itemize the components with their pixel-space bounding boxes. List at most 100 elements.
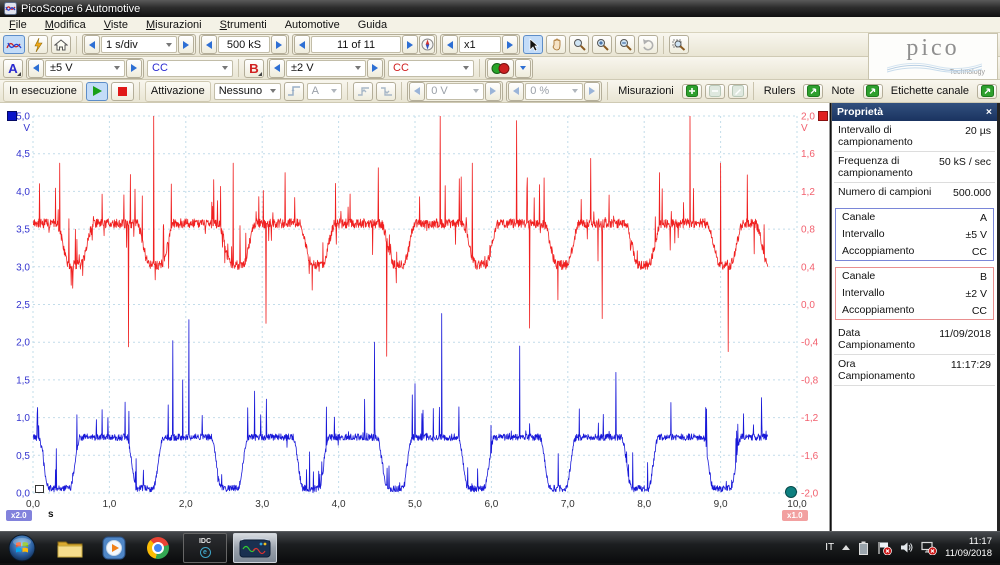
pretrigger-field[interactable]: 0 % bbox=[525, 82, 584, 100]
channel-a-coupling-select[interactable]: CC bbox=[147, 59, 233, 77]
buffer-next-button[interactable] bbox=[402, 35, 418, 54]
auto-setup-button[interactable] bbox=[28, 35, 48, 54]
channel-b-button[interactable]: B bbox=[244, 58, 264, 78]
action-center-flag-icon[interactable] bbox=[877, 541, 893, 555]
clock-time: 11:17 bbox=[968, 535, 992, 547]
buffer-navigator-button[interactable] bbox=[419, 35, 435, 54]
trigger-source-select[interactable]: A bbox=[306, 82, 343, 100]
pico-logo-waves bbox=[887, 62, 982, 73]
taskbar-idc-app[interactable]: IDC e bbox=[183, 532, 227, 563]
channel-status-group bbox=[485, 57, 533, 79]
channel-a-button[interactable]: A bbox=[3, 58, 23, 78]
right-axis-zoom-badge[interactable]: x1.0 bbox=[782, 510, 808, 521]
taskbar-picoscope[interactable] bbox=[233, 532, 277, 563]
zoom-field[interactable]: x1 bbox=[459, 36, 501, 53]
close-icon[interactable]: × bbox=[986, 106, 992, 118]
prop-label: Accoppiamento bbox=[842, 245, 915, 257]
zoom-factor-group: x1 bbox=[440, 34, 520, 55]
channel-a-range-select[interactable]: ±5 V bbox=[45, 59, 125, 77]
trigger-mode-value: Nessuno bbox=[218, 85, 263, 97]
timebase-select[interactable]: 1 s/div bbox=[101, 36, 177, 53]
zoom-tool-button[interactable] bbox=[569, 35, 589, 54]
note-toggle-button[interactable] bbox=[862, 83, 883, 99]
left-axis-zoom-badge[interactable]: x2.0 bbox=[6, 510, 32, 521]
zoom-prev-button[interactable] bbox=[442, 35, 458, 54]
undo-zoom-button[interactable] bbox=[638, 35, 658, 54]
language-indicator[interactable]: IT bbox=[825, 542, 834, 553]
pretrigger-down[interactable] bbox=[508, 81, 525, 101]
timebase-next-button[interactable] bbox=[178, 35, 194, 54]
left-arrow-icon bbox=[206, 40, 212, 49]
marquee-zoom-button[interactable] bbox=[669, 35, 689, 54]
zoom-in-button[interactable] bbox=[592, 35, 612, 54]
chevron-down-icon bbox=[114, 66, 120, 70]
svg-text:3,0: 3,0 bbox=[16, 262, 30, 273]
zoom-value: x1 bbox=[464, 38, 476, 51]
trigger-mode-select[interactable]: Nessuno bbox=[213, 82, 281, 100]
speaker-icon[interactable] bbox=[900, 541, 913, 554]
pico-logo: pico Technology bbox=[868, 33, 998, 80]
pointer-tool-button[interactable] bbox=[523, 35, 543, 54]
remove-measurement-button[interactable] bbox=[704, 83, 725, 99]
trigger-level-down[interactable] bbox=[409, 81, 426, 101]
trace-canale-a bbox=[33, 313, 768, 493]
waveform-plot[interactable]: 5,0 4,5 4,0 3,5 3,0 2,5 2,0 1,5 1,0 0,5 0,0 2,0 1,6 1… bbox=[0, 103, 830, 531]
rulers-toggle-button[interactable] bbox=[803, 83, 824, 99]
add-measurement-button[interactable] bbox=[681, 83, 702, 99]
zoom-out-button[interactable] bbox=[615, 35, 635, 54]
prop-value: CC bbox=[971, 305, 987, 317]
channel-b-range-next[interactable] bbox=[367, 58, 383, 78]
trigger-level-field[interactable]: 0 V bbox=[426, 82, 485, 100]
stop-capture-button[interactable] bbox=[111, 81, 134, 101]
menu-strumenti[interactable]: Strumenti bbox=[211, 18, 276, 32]
channel-b-axis-marker[interactable] bbox=[818, 111, 828, 121]
zoom-next-button[interactable] bbox=[502, 35, 518, 54]
taskbar-explorer[interactable] bbox=[57, 535, 83, 561]
menu-modifica[interactable]: Modifica bbox=[36, 18, 95, 32]
menu-automotive[interactable]: Automotive bbox=[276, 18, 349, 32]
taskbar-media-player[interactable] bbox=[101, 535, 127, 561]
channel-b-range-prev[interactable] bbox=[269, 58, 285, 78]
channel-status-dropdown[interactable] bbox=[515, 58, 531, 78]
network-icon[interactable] bbox=[921, 541, 938, 555]
menu-misurazioni[interactable]: Misurazioni bbox=[137, 18, 211, 32]
samples-next-button[interactable] bbox=[271, 35, 287, 54]
channel-b-range-select[interactable]: ±2 V bbox=[286, 59, 366, 77]
home-button[interactable] bbox=[51, 35, 71, 54]
channel-labels-toggle-button[interactable] bbox=[977, 83, 998, 99]
menu-viste[interactable]: Viste bbox=[95, 18, 137, 32]
buffer-field[interactable]: 11 of 11 bbox=[311, 36, 401, 53]
channel-a-range-next[interactable] bbox=[126, 58, 142, 78]
x-axis-handle[interactable] bbox=[35, 485, 44, 493]
battery-icon[interactable] bbox=[858, 541, 869, 555]
menu-guida[interactable]: Guida bbox=[349, 18, 396, 32]
timebase-prev-button[interactable] bbox=[84, 35, 100, 54]
waveform-icon bbox=[6, 42, 22, 48]
channel-a-range-group: ±5 V bbox=[26, 57, 144, 79]
samples-field[interactable]: 500 kS bbox=[218, 36, 270, 53]
tray-expand-icon[interactable] bbox=[842, 545, 851, 550]
chevron-down-icon bbox=[269, 89, 276, 93]
pretrigger-up[interactable] bbox=[584, 81, 601, 101]
svg-text:2,0: 2,0 bbox=[16, 338, 30, 349]
channel-b-coupling-select[interactable]: CC bbox=[388, 59, 474, 77]
advanced-trigger-button[interactable] bbox=[283, 81, 304, 101]
channel-status-button[interactable] bbox=[487, 58, 514, 78]
taskbar-chrome[interactable] bbox=[145, 535, 171, 561]
scope-view-button[interactable] bbox=[3, 35, 25, 54]
menu-file[interactable]: File bbox=[0, 18, 36, 32]
hand-tool-button[interactable] bbox=[546, 35, 566, 54]
taskbar-clock[interactable]: 11:17 11/09/2018 bbox=[945, 536, 992, 560]
channel-a-axis-marker[interactable] bbox=[7, 111, 17, 121]
buffer-prev-button[interactable] bbox=[294, 35, 310, 54]
trigger-level-up[interactable] bbox=[485, 81, 502, 101]
channel-b-ground-marker[interactable] bbox=[785, 486, 797, 498]
rising-edge-button[interactable] bbox=[353, 81, 374, 101]
samples-prev-button[interactable] bbox=[201, 35, 217, 54]
start-capture-button[interactable] bbox=[85, 81, 109, 101]
samples-value: 500 kS bbox=[226, 38, 262, 51]
falling-edge-button[interactable] bbox=[376, 81, 397, 101]
channel-a-range-prev[interactable] bbox=[28, 58, 44, 78]
edit-measurement-button[interactable] bbox=[727, 83, 748, 99]
start-button[interactable] bbox=[8, 534, 36, 562]
